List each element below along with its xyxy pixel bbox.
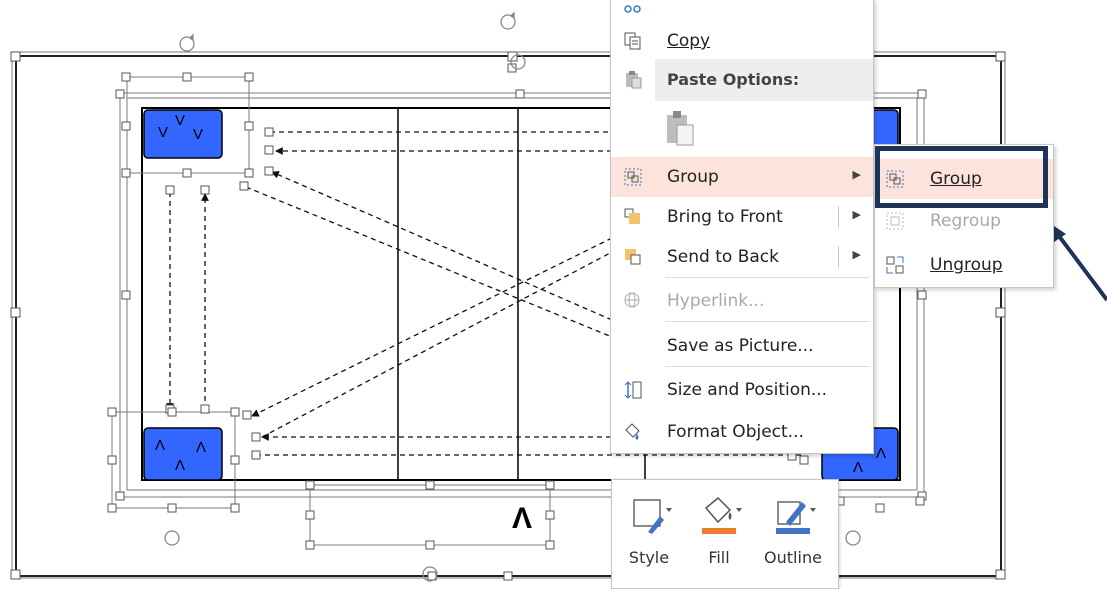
- menu-item-label: Save as Picture...: [667, 336, 814, 356]
- svg-text:Λ: Λ: [876, 445, 886, 462]
- group-icon: [624, 168, 642, 186]
- svg-text:Λ: Λ: [853, 459, 863, 476]
- paste-icon: [626, 71, 642, 89]
- submenu-item-ungroup[interactable]: Ungroup: [875, 245, 1053, 285]
- shape-label-v: V: [158, 124, 168, 141]
- style-button[interactable]: Style: [616, 494, 682, 578]
- paste-option-keep-formatting[interactable]: [611, 103, 873, 151]
- menu-item-label: Group: [667, 167, 719, 187]
- fill-button[interactable]: Fill: [686, 494, 752, 578]
- menu-item-label: Size and Position...: [667, 380, 828, 400]
- shape-style-icon: [633, 499, 672, 534]
- copy-icon: [624, 32, 641, 50]
- menu-item-bring-to-front[interactable]: Bring to Front ▶: [611, 197, 873, 237]
- size-position-icon: [624, 381, 642, 399]
- submenu-arrow-icon[interactable]: ▶: [853, 248, 861, 261]
- outline-button[interactable]: Outline: [760, 494, 826, 578]
- submenu-arrow-icon: ▶: [852, 168, 861, 181]
- submenu-item-regroup: Regroup: [875, 201, 1053, 241]
- menu-item-format-object[interactable]: Format Object...: [611, 412, 873, 452]
- svg-text:Λ: Λ: [196, 439, 206, 456]
- ungroup-icon: [886, 256, 904, 274]
- menu-item-hyperlink: Hyperlink...: [611, 281, 873, 321]
- blue-shape-bottom-left[interactable]: Λ Λ Λ: [143, 427, 223, 481]
- regroup-icon: [886, 212, 904, 230]
- menu-item-copy[interactable]: Copy: [611, 21, 873, 61]
- group-icon: [886, 170, 904, 188]
- shape-label-v: V: [193, 126, 203, 143]
- fill-label: Fill: [708, 548, 730, 567]
- menu-item-label: Hyperlink...: [667, 291, 765, 311]
- menu-item-send-to-back[interactable]: Send to Back ▶: [611, 237, 873, 277]
- paste-options-label: Paste Options:: [667, 70, 800, 89]
- menu-item-size-and-position[interactable]: Size and Position...: [611, 370, 873, 410]
- bring-to-front-icon: [624, 208, 640, 224]
- format-object-icon: [625, 423, 640, 440]
- mini-toolbar: Style Fill Outline: [611, 479, 839, 589]
- paste-clipboard-icon: [667, 111, 694, 146]
- group-submenu: Group Regroup Ungroup: [874, 144, 1054, 288]
- context-menu: Copy Paste Options: Group ▶ Bring to Fro…: [610, 0, 874, 454]
- annotation-arrow: [1048, 222, 1107, 302]
- submenu-item-group[interactable]: Group: [875, 159, 1053, 199]
- pen-outline-icon: [776, 501, 816, 534]
- menu-item-label: Group: [930, 169, 982, 189]
- outline-label: Outline: [764, 548, 822, 567]
- svg-text:Λ: Λ: [175, 457, 185, 474]
- menu-item-label: Bring to Front: [667, 207, 783, 227]
- menu-item-label: Copy: [667, 31, 711, 51]
- blue-shape-top-left[interactable]: V V V: [143, 109, 223, 159]
- hyperlink-icon: [624, 292, 640, 308]
- send-to-back-icon: [625, 249, 641, 265]
- menu-item-group[interactable]: Group ▶: [611, 157, 873, 197]
- paste-options-header: Paste Options:: [611, 59, 873, 101]
- submenu-arrow-icon[interactable]: ▶: [853, 208, 861, 221]
- menu-item-label: Send to Back: [667, 247, 779, 267]
- menu-item-save-as-picture[interactable]: Save as Picture...: [611, 326, 873, 366]
- menu-item-label: Format Object...: [667, 422, 804, 442]
- cut-icon: [624, 5, 641, 13]
- menu-item-label: Ungroup: [930, 255, 1003, 275]
- style-label: Style: [628, 548, 670, 567]
- slide-canvas: V V V Λ Λ Λ Λ Λ Λ: [10, 11, 1107, 582]
- paint-bucket-icon: [702, 496, 742, 534]
- svg-text:Λ: Λ: [155, 437, 165, 454]
- text-box-lambda[interactable]: Λ: [512, 502, 532, 535]
- menu-item-label: Regroup: [930, 211, 1001, 231]
- shape-label-v: V: [175, 112, 185, 129]
